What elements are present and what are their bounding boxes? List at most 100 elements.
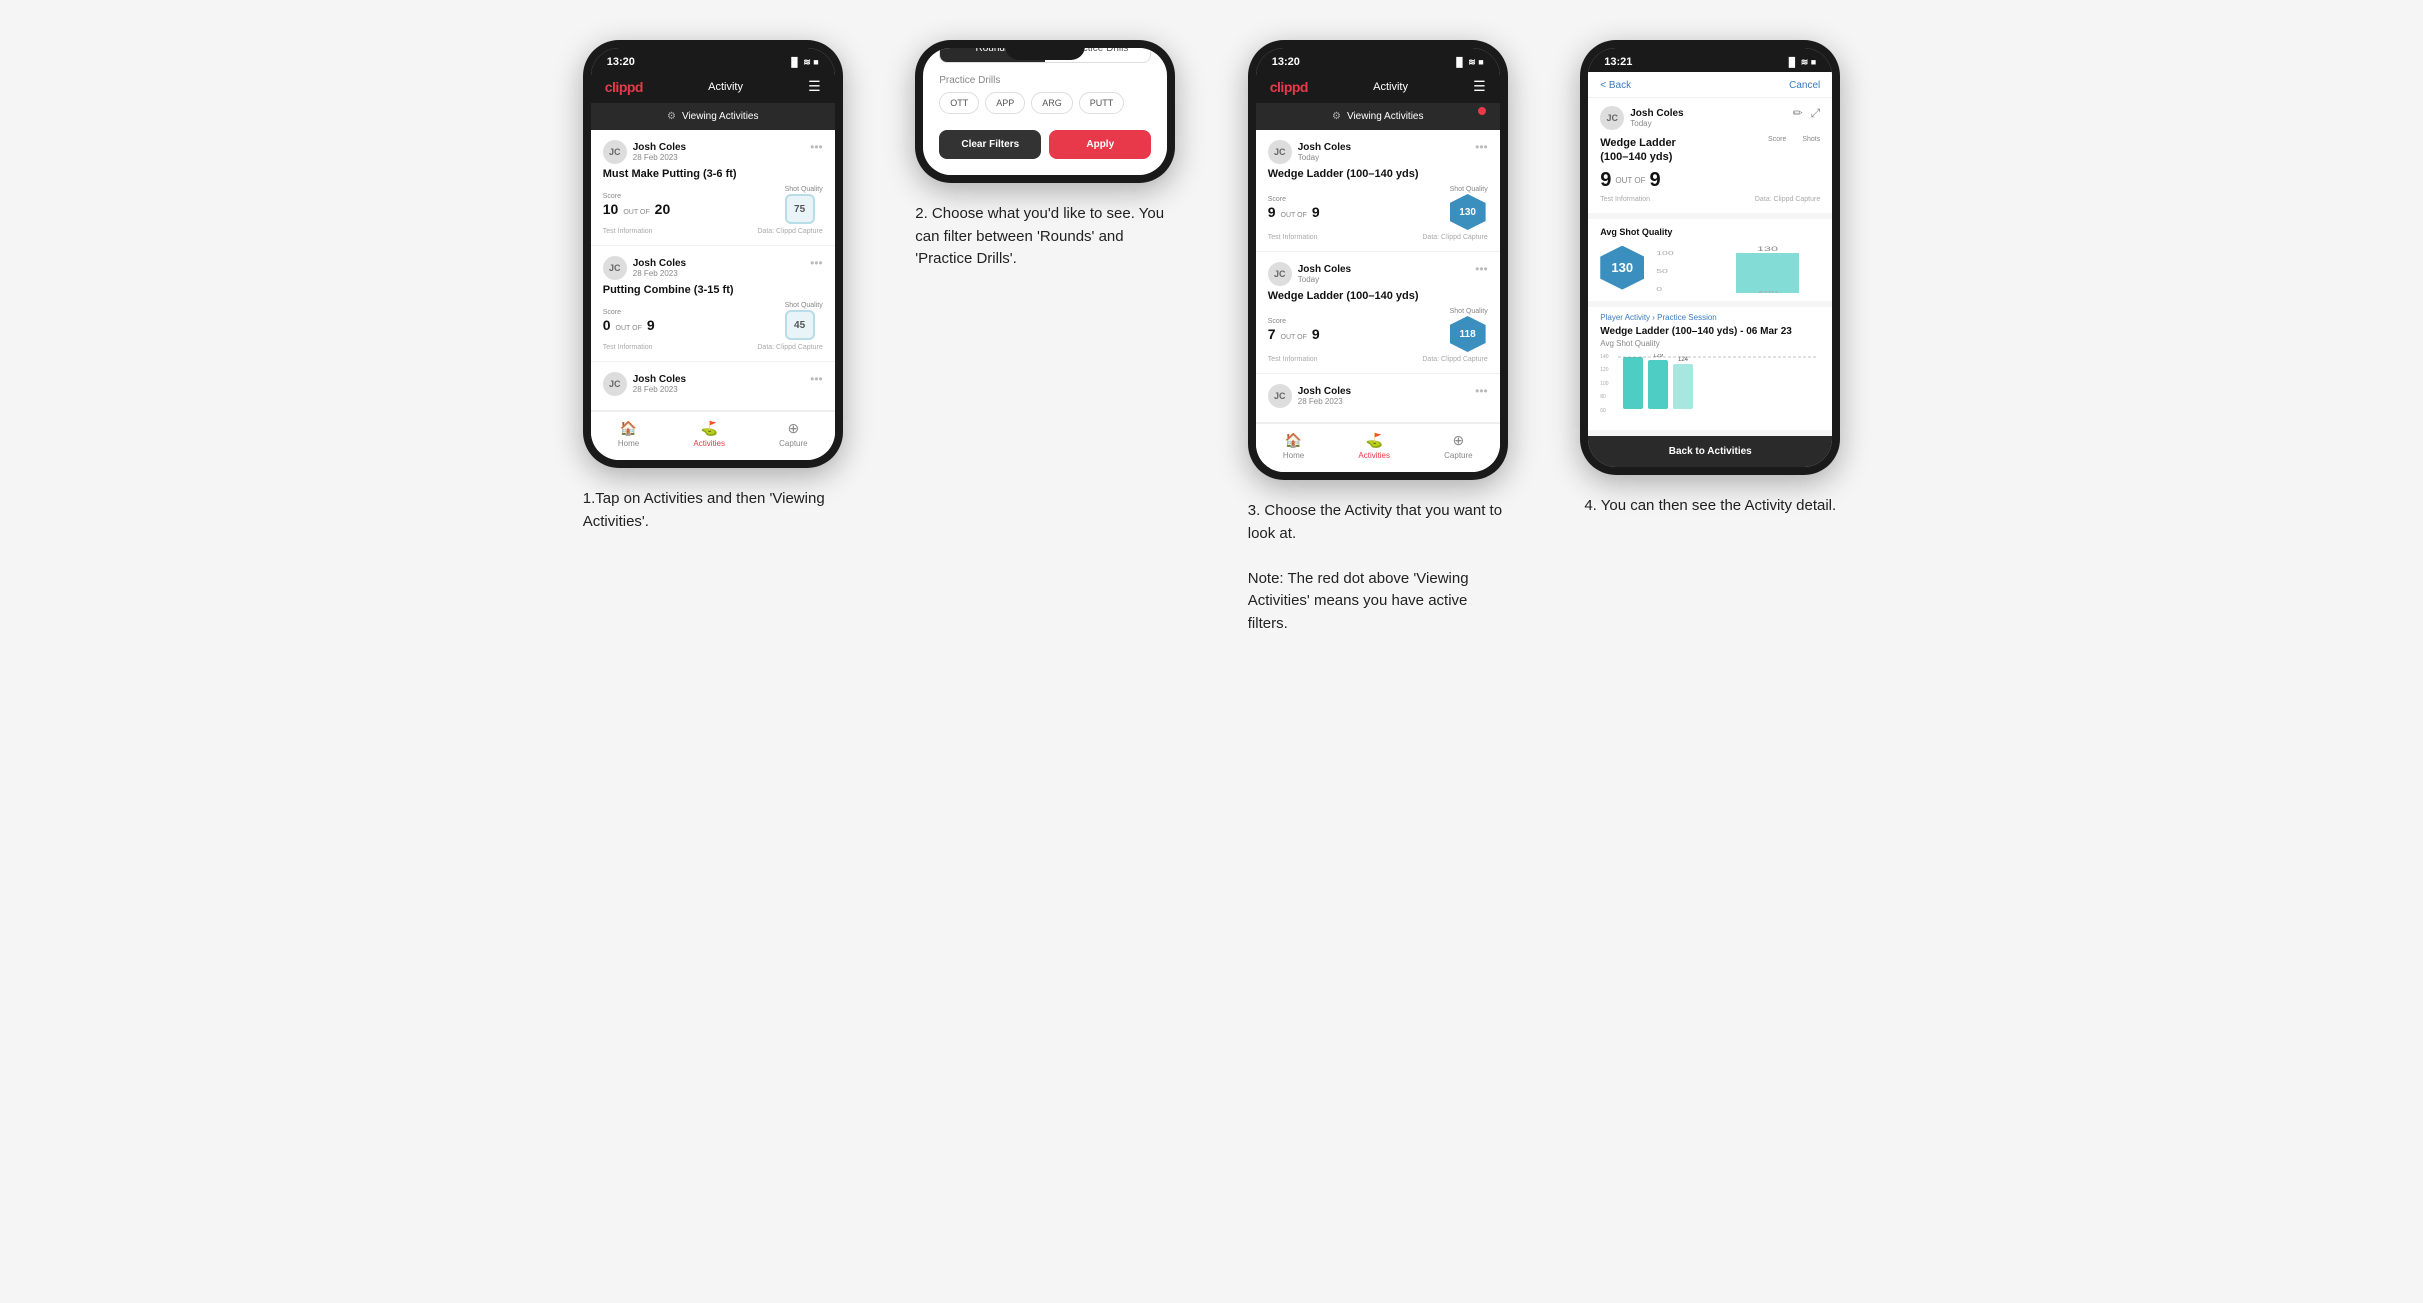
out-of-1-1: OUT OF	[616, 325, 642, 332]
card-footer-3-0: Test Information Data: Clippd Capture	[1268, 234, 1488, 241]
logo-1: clippd	[605, 79, 643, 95]
notch-3	[1338, 40, 1418, 60]
avg-label-4: Avg Shot Quality	[1600, 227, 1820, 237]
card-header-3-0: JC Josh Coles Today •••	[1268, 140, 1488, 164]
score-value-1-1: 0	[603, 317, 611, 333]
detail-info-left-4: Test Information	[1600, 196, 1650, 203]
chart-area-4: 130 100 50 0 APP	[1652, 243, 1820, 293]
edit-icon-4[interactable]: ✏	[1793, 106, 1803, 121]
viewing-bar-3[interactable]: ⚙ Viewing Activities	[1256, 103, 1500, 130]
activity-title-3-1: Wedge Ladder (100–140 yds)	[1268, 290, 1488, 302]
pill-putt-2[interactable]: PUTT	[1079, 92, 1125, 114]
pill-app-2[interactable]: APP	[985, 92, 1025, 114]
step-column-1: 13:20 ▐▌ ≋ ■ clippd Activity ☰ ⚙ Viewing…	[562, 40, 865, 533]
step-column-4: 13:21 ▐▌ ≋ ■ < Back Cancel JC Josh Coles…	[1559, 40, 1862, 517]
avg-content-4: 130 130 100 50 0 APP	[1600, 243, 1820, 293]
svg-text:0: 0	[1656, 286, 1662, 291]
nav-activities-1[interactable]: ⛳ Activities	[693, 420, 725, 448]
bottom-nav-3: 🏠 Home ⛳ Activities ⊕ Capture	[1256, 423, 1500, 472]
capture-icon-1: ⊕	[788, 420, 800, 437]
card-footer-1-0: Test Information Data: Clippd Capture	[603, 228, 823, 235]
home-icon-1: 🏠	[620, 420, 637, 437]
card-footer-3-1: Test Information Data: Clippd Capture	[1268, 356, 1488, 363]
score-value-3-0: 9	[1268, 204, 1276, 220]
activity-title-1-0: Must Make Putting (3-6 ft)	[603, 168, 823, 180]
nav-home-label-1: Home	[618, 439, 639, 448]
nav-capture-1[interactable]: ⊕ Capture	[779, 420, 807, 448]
activity-card-1-1[interactable]: JC Josh Coles 28 Feb 2023 ••• Putting Co…	[591, 246, 835, 362]
capture-icon-3: ⊕	[1453, 432, 1465, 449]
page-container: 13:20 ▐▌ ≋ ■ clippd Activity ☰ ⚙ Viewing…	[562, 40, 1862, 635]
avatar-4: JC	[1600, 106, 1624, 130]
card-footer-1-1: Test Information Data: Clippd Capture	[603, 344, 823, 351]
status-time-4: 13:21	[1604, 56, 1632, 68]
nav-activities-3[interactable]: ⛳ Activities	[1358, 432, 1390, 460]
nav-activities-label-3: Activities	[1358, 451, 1390, 460]
activities-icon-1: ⛳	[700, 420, 717, 437]
activity-card-3-1[interactable]: JC Josh Coles Today ••• Wedge Ladder (10…	[1256, 252, 1500, 374]
cancel-btn-4[interactable]: Cancel	[1789, 80, 1820, 91]
more-dots-3-2[interactable]: •••	[1475, 384, 1488, 398]
back-activities-btn-4[interactable]: Back to Activities	[1588, 436, 1832, 467]
quality-hex-4: 130	[1600, 246, 1644, 290]
menu-icon-1[interactable]: ☰	[808, 78, 821, 95]
shots-col-label-4: Shots	[1802, 136, 1820, 143]
activity-card-1-0[interactable]: JC Josh Coles 28 Feb 2023 ••• Must Make …	[591, 130, 835, 246]
session-subtitle-4: Avg Shot Quality	[1600, 339, 1820, 348]
user-date-3-1: Today	[1298, 275, 1351, 284]
detail-user-name-4: Josh Coles	[1630, 108, 1683, 119]
viewing-bar-1[interactable]: ⚙ Viewing Activities	[591, 103, 835, 130]
pill-ott-2[interactable]: OTT	[939, 92, 979, 114]
phone-1: 13:20 ▐▌ ≋ ■ clippd Activity ☰ ⚙ Viewing…	[583, 40, 843, 468]
score-value-3-1: 7	[1268, 326, 1276, 342]
expand-icon-4[interactable]: ⤢	[1811, 106, 1821, 121]
session-title-4: Wedge Ladder (100–140 yds) - 06 Mar 23	[1600, 326, 1820, 337]
user-date-3-0: Today	[1298, 153, 1351, 162]
nav-home-1[interactable]: 🏠 Home	[618, 420, 639, 448]
svg-text:130: 130	[1757, 246, 1779, 253]
phone-1-inner: 13:20 ▐▌ ≋ ■ clippd Activity ☰ ⚙ Viewing…	[591, 48, 835, 460]
back-btn-4[interactable]: < Back	[1600, 80, 1631, 91]
shots-value-3-1: 9	[1312, 326, 1320, 342]
user-name-1-2: Josh Coles	[633, 374, 686, 385]
stats-row-3-1: Score 7 OUT OF 9 Shot Quality 118	[1268, 308, 1488, 352]
phone-4: 13:21 ▐▌ ≋ ■ < Back Cancel JC Josh Coles…	[1580, 40, 1840, 475]
nav-activities-label-1: Activities	[693, 439, 725, 448]
pill-group-2: OTT APP ARG PUTT	[939, 92, 1151, 114]
shots-value-1-0: 20	[655, 201, 671, 217]
menu-icon-3[interactable]: ☰	[1473, 78, 1486, 95]
apply-btn-2[interactable]: Apply	[1049, 130, 1151, 159]
stats-row-1-0: Score 10 OUT OF 20 Shot Quality 75	[603, 186, 823, 224]
pill-arg-2[interactable]: ARG	[1031, 92, 1073, 114]
activity-card-3-0[interactable]: JC Josh Coles Today ••• Wedge Ladder (10…	[1256, 130, 1500, 252]
nav-home-3[interactable]: 🏠 Home	[1283, 432, 1304, 460]
more-dots-3-1[interactable]: •••	[1475, 262, 1488, 276]
more-dots-3-0[interactable]: •••	[1475, 140, 1488, 154]
clear-filters-btn-2[interactable]: Clear Filters	[939, 130, 1041, 159]
header-title-3: Activity	[1373, 81, 1408, 93]
player-activity-section-4: Player Activity › Practice Session Wedge…	[1588, 307, 1832, 430]
stats-row-1-1: Score 0 OUT OF 9 Shot Quality 45	[603, 302, 823, 340]
logo-3: clippd	[1270, 79, 1308, 95]
activity-card-3-2[interactable]: JC Josh Coles 28 Feb 2023 •••	[1256, 374, 1500, 423]
out-of-1-0: OUT OF	[623, 209, 649, 216]
user-info-1-0: JC Josh Coles 28 Feb 2023	[603, 140, 686, 164]
more-dots-1-1[interactable]: •••	[810, 256, 823, 270]
nav-capture-3[interactable]: ⊕ Capture	[1444, 432, 1472, 460]
filter-sheet-2: Filter ✕ Show Rounds Practice Drills Pra…	[923, 48, 1167, 175]
app-header-1: clippd Activity ☰	[591, 72, 835, 103]
shots-value-3-0: 9	[1312, 204, 1320, 220]
bottom-nav-1: 🏠 Home ⛳ Activities ⊕ Capture	[591, 411, 835, 460]
shot-quality-hex-3-1: 118	[1450, 316, 1486, 352]
more-dots-1-0[interactable]: •••	[810, 140, 823, 154]
activity-card-1-2[interactable]: JC Josh Coles 28 Feb 2023 •••	[591, 362, 835, 411]
more-dots-1-2[interactable]: •••	[810, 372, 823, 386]
viewing-bar-text-1: Viewing Activities	[682, 111, 759, 122]
detail-info-right-4: Data: Clippd Capture	[1755, 196, 1820, 203]
stats-row-3-0: Score 9 OUT OF 9 Shot Quality 130	[1268, 186, 1488, 230]
svg-text:50: 50	[1656, 268, 1668, 273]
header-title-1: Activity	[708, 81, 743, 93]
home-icon-3: 🏠	[1285, 432, 1302, 449]
step-column-3: 13:20 ▐▌ ≋ ■ clippd Activity ☰ ⚙ Viewing…	[1227, 40, 1530, 635]
activity-title-3-0: Wedge Ladder (100–140 yds)	[1268, 168, 1488, 180]
